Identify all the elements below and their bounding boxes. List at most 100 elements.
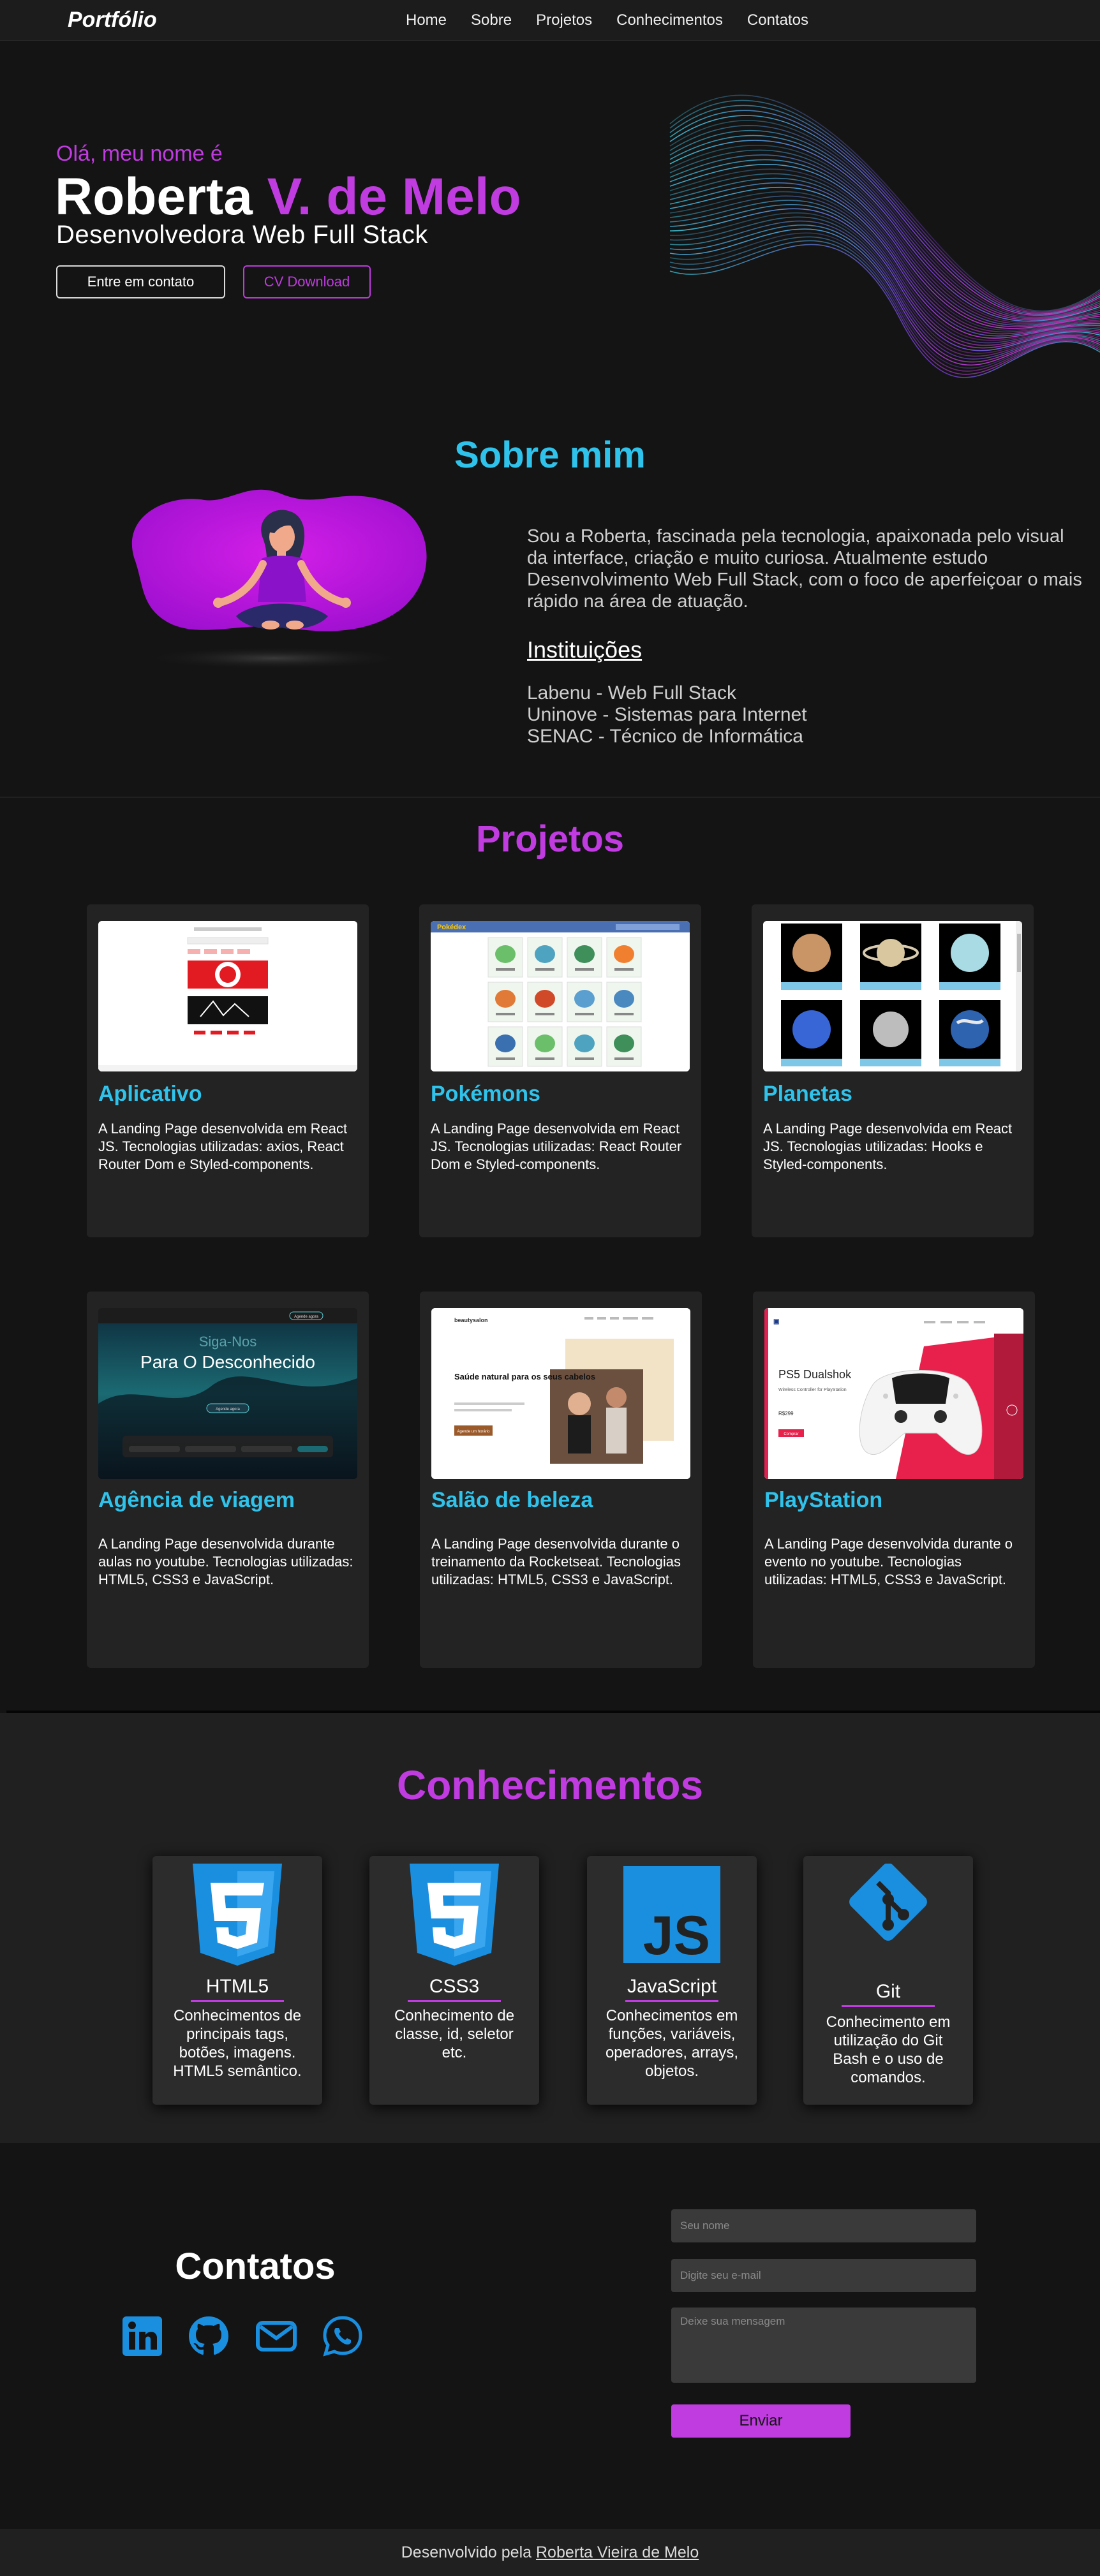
contact-button[interactable]: Entre em contato bbox=[56, 265, 225, 298]
footer-prefix: Desenvolvido pela bbox=[401, 2543, 532, 2561]
project-title: Agência de viagem bbox=[98, 1488, 295, 1512]
project-description: A Landing Page desenvolvida durante aula… bbox=[98, 1536, 353, 1587]
contatos-section: Contatos Enviar bbox=[0, 2143, 1100, 2529]
skill-name: CSS3 bbox=[429, 1976, 480, 1997]
nav-item-home[interactable]: Home bbox=[406, 11, 447, 29]
wave-decoration bbox=[669, 94, 1100, 378]
skill-underline bbox=[408, 2000, 501, 2002]
project-card-agencia[interactable]: Agende agora Siga-Nos Para O Desconhecid… bbox=[87, 1292, 369, 1668]
skill-description: Conhecimento em utilização do Git Bash e… bbox=[826, 2013, 951, 2086]
hero-role: Desenvolvedora Web Full Stack bbox=[56, 221, 428, 249]
project-screenshot bbox=[763, 921, 1022, 1071]
hero-greeting: Olá, meu nome é bbox=[56, 142, 223, 166]
skill-card-javascript: JS JavaScript Conhecimentos em funções, … bbox=[587, 1856, 757, 2105]
whatsapp-icon[interactable] bbox=[320, 2314, 365, 2359]
svg-text:Saúde natural para os seus cab: Saúde natural para os seus cabelos bbox=[454, 1372, 595, 1381]
travel-headline-line-1: Siga-Nos bbox=[199, 1334, 256, 1350]
hero-name-highlight: V. de Melo bbox=[267, 168, 521, 226]
pokedex-header-title: Pokédex bbox=[437, 924, 466, 931]
message-textarea[interactable] bbox=[671, 2307, 976, 2383]
project-card-pokemons[interactable]: Pokédex Pokémons A Landing Page desenvol… bbox=[419, 904, 701, 1237]
meditating-woman-illustration bbox=[131, 489, 427, 670]
project-card-planetas[interactable]: Planetas A Landing Page desenvolvida em … bbox=[752, 904, 1034, 1237]
skill-card-html5: HTML5 Conhecimentos de principais tags, … bbox=[152, 1856, 322, 2105]
project-screenshot: Pokédex bbox=[431, 921, 690, 1071]
skill-underline bbox=[625, 2000, 718, 2002]
skill-description: Conhecimentos em funções, variáveis, ope… bbox=[605, 2007, 739, 2080]
salon-headline: Saúde natural para os seus cabelos bbox=[454, 1372, 595, 1381]
nav-item-sobre[interactable]: Sobre bbox=[471, 11, 512, 29]
salon-logo-text: beautysalon bbox=[454, 1317, 488, 1323]
email-input[interactable] bbox=[671, 2259, 976, 2292]
svg-text:▣: ▣ bbox=[773, 1318, 779, 1325]
git-icon bbox=[849, 1864, 927, 1941]
instituicao-item: Uninove - Sistemas para Internet bbox=[527, 704, 807, 725]
project-card-playstation[interactable]: ▣ PS5 Dualshok Wireless Controller for P… bbox=[753, 1292, 1035, 1668]
ps-cta-text: Comprar bbox=[784, 1432, 798, 1436]
travel-nav-button-text: Agende agora bbox=[294, 1315, 318, 1319]
project-screenshot bbox=[98, 921, 357, 1071]
navbar: Portfólio Home Sobre Projetos Conhecimen… bbox=[0, 0, 1100, 41]
project-description: A Landing Page desenvolvida em React JS.… bbox=[763, 1121, 1013, 1172]
project-title: Aplicativo bbox=[98, 1082, 202, 1106]
project-title: PlayStation bbox=[764, 1488, 883, 1512]
nav-menu: Home Sobre Projetos Conhecimentos Contat… bbox=[406, 11, 808, 29]
hero-name: Roberta V. de Melo bbox=[55, 167, 521, 227]
project-description: A Landing Page desenvolvida durante o ev… bbox=[764, 1536, 1013, 1587]
conhecimentos-section: Conhecimentos HTML5 Conhecimentos de pri… bbox=[0, 1713, 1100, 2143]
section-divider bbox=[0, 797, 1100, 798]
nav-item-projetos[interactable]: Projetos bbox=[536, 11, 592, 29]
skill-underline bbox=[191, 2000, 284, 2002]
js-icon: JS bbox=[623, 1866, 720, 1966]
salon-cta-text: Agende um horário bbox=[457, 1430, 490, 1434]
project-title: Planetas bbox=[763, 1082, 852, 1106]
project-description: A Landing Page desenvolvida durante o tr… bbox=[431, 1536, 681, 1587]
travel-headline-line-2: Para O Desconhecido bbox=[140, 1352, 315, 1372]
conhecimentos-title: Conhecimentos bbox=[396, 1762, 704, 1808]
travel-hero-button-text: Agende agora bbox=[216, 1408, 240, 1411]
hero-section: Olá, meu nome é Roberta V. de Melo Desen… bbox=[0, 41, 1100, 398]
sobre-bio: Sou a Roberta, fascinada pela tecnologia… bbox=[527, 526, 1082, 612]
instituicoes-title: Instituições bbox=[527, 637, 643, 663]
contatos-title: Contatos bbox=[175, 2246, 336, 2287]
instituicao-item: SENAC - Técnico de Informática bbox=[527, 726, 803, 747]
brand-logo[interactable]: Portfólio bbox=[68, 8, 157, 33]
nav-item-conhecimentos[interactable]: Conhecimentos bbox=[616, 11, 723, 29]
linkedin-icon[interactable] bbox=[120, 2314, 165, 2359]
svg-text:JS: JS bbox=[643, 1905, 710, 1966]
skill-name: Git bbox=[875, 1981, 901, 2002]
ps-price: R$299 bbox=[778, 1411, 794, 1417]
email-icon[interactable] bbox=[254, 2314, 299, 2359]
skill-description: Conhecimentos de principais tags, botões… bbox=[173, 2007, 302, 2080]
skill-name: HTML5 bbox=[205, 1976, 269, 1997]
skill-description: Conhecimento de classe, id, seletor etc. bbox=[394, 2007, 515, 2061]
ps-headline: PS5 Dualshok bbox=[778, 1368, 852, 1381]
project-screenshot: ▣ PS5 Dualshok Wireless Controller for P… bbox=[764, 1308, 1023, 1479]
skill-card-css3: CSS3 Conhecimento de classe, id, seletor… bbox=[369, 1856, 539, 2105]
github-icon[interactable] bbox=[186, 2314, 231, 2359]
name-input[interactable] bbox=[671, 2209, 976, 2242]
project-description: A Landing Page desenvolvida em React JS.… bbox=[431, 1121, 682, 1172]
send-button[interactable]: Enviar bbox=[671, 2404, 851, 2438]
cv-download-button[interactable]: CV Download bbox=[243, 265, 371, 298]
sobre-title: Sobre mim bbox=[454, 434, 646, 476]
hero-name-first: Roberta bbox=[55, 168, 253, 226]
css3-icon bbox=[410, 1864, 499, 1966]
html5-icon bbox=[193, 1864, 282, 1966]
instituicoes-list: Labenu - Web Full Stack Uninove - Sistem… bbox=[527, 682, 807, 747]
project-title: Pokémons bbox=[431, 1082, 540, 1106]
projetos-title: Projetos bbox=[475, 818, 625, 860]
project-card-salao[interactable]: beautysalon Saúde natural para os seus c… bbox=[420, 1292, 702, 1668]
skill-name: JavaScript bbox=[627, 1976, 717, 1997]
project-title: Salão de beleza bbox=[431, 1488, 593, 1512]
project-description: A Landing Page desenvolvida em React JS.… bbox=[98, 1121, 348, 1172]
nav-item-contatos[interactable]: Contatos bbox=[747, 11, 808, 29]
sobre-section: Sobre mim Sou a Roberta, fascinada pela … bbox=[0, 398, 1100, 797]
instituicao-item: Labenu - Web Full Stack bbox=[527, 682, 736, 703]
project-screenshot: Agende agora Siga-Nos Para O Desconhecid… bbox=[98, 1308, 357, 1479]
footer-author-link[interactable]: Roberta Vieira de Melo bbox=[536, 2543, 699, 2561]
skill-card-git: Git Conhecimento em utilização do Git Ba… bbox=[803, 1856, 973, 2105]
footer: Desenvolvido pela Roberta Vieira de Melo bbox=[0, 2529, 1100, 2576]
skill-underline bbox=[842, 2005, 935, 2007]
project-card-aplicativo[interactable]: Aplicativo A Landing Page desenvolvida e… bbox=[87, 904, 369, 1237]
